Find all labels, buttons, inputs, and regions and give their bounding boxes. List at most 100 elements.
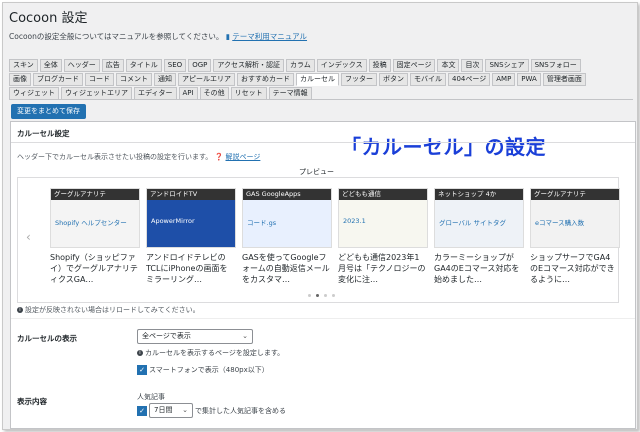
card-title[interactable]: Shopify（ショッピファイ）でグーグルアナリティクスGA… <box>50 252 138 296</box>
tab-tabs_row1-4[interactable]: タイトル <box>125 59 162 72</box>
chevron-down-icon: ⌄ <box>242 332 248 340</box>
period-select[interactable]: 7日間 ⌄ <box>149 403 193 418</box>
thumbnail-heading: ネットショップ 4か <box>435 189 523 200</box>
info-icon: i <box>17 307 23 313</box>
thumbnail-subtext: グローバル サイトタグ <box>439 219 507 227</box>
display-note-text: カルーセルを表示するページを設定します。 <box>145 349 285 357</box>
card-thumbnail: アンドロイドTV ApowerMirror <box>146 188 236 248</box>
thumbnail-subtext: コード.gs <box>247 219 277 227</box>
popular-checkbox[interactable]: ✓ <box>137 406 147 416</box>
tab-tabs_row1-11[interactable]: 固定ページ <box>392 59 436 72</box>
help-link[interactable]: 解説ページ <box>226 153 261 161</box>
card-thumbnail: GAS GoogleApps コード.gs <box>242 188 332 248</box>
tab-tabs_row1-14[interactable]: SNSシェア <box>485 59 529 72</box>
row-divider <box>11 318 635 319</box>
tab-tabs_row1-3[interactable]: 広告 <box>101 59 124 72</box>
tab-tabs_row2-10[interactable]: モバイル <box>410 73 446 86</box>
tab-tabs_row1-10[interactable]: 投稿 <box>368 59 391 72</box>
info-icon: i <box>137 350 143 356</box>
tab-tabs_row1-12[interactable]: 本文 <box>437 59 460 72</box>
carousel-settings-panel: カルーセル設定 「カルーセル」の設定 ヘッダー下でカルーセル表示させたい投稿の設… <box>10 121 636 429</box>
tab-tabs_row1-0[interactable]: スキン <box>9 59 38 72</box>
description-text: Cocoonの設定全般についてはマニュアルを参照してください。 <box>9 32 224 41</box>
card-thumbnail: どどもも通信 2023.1 <box>338 188 428 248</box>
tab-tabs_row1-15[interactable]: SNSフォロー <box>530 59 581 72</box>
manual-link[interactable]: テーマ利用マニュアル <box>232 32 307 41</box>
tab-tabs_row1-2[interactable]: ヘッダー <box>63 59 100 72</box>
period-note: で集計した人気記事を含める <box>195 407 286 415</box>
carousel-dot[interactable] <box>316 294 319 297</box>
tab-tabs_row2-4[interactable]: 通知 <box>154 73 176 86</box>
tab-tabs_row1-13[interactable]: 目次 <box>461 59 484 72</box>
display-select-value: 全ページで表示 <box>142 332 191 340</box>
thumbnail-subtext: Shopify ヘルプセンター <box>55 219 127 227</box>
tab-tabs_row1-1[interactable]: 全体 <box>39 59 62 72</box>
card-title[interactable]: アンドロイドテレビのTCLにiPhoneの画面をミラーリング… <box>146 252 234 296</box>
check-icon: ✓ <box>139 366 145 374</box>
display-note: i カルーセルを表示するページを設定します。 <box>137 348 284 358</box>
tab-divider <box>9 99 633 100</box>
tab-tabs_row1-6[interactable]: OGP <box>188 59 212 72</box>
tab-tabs_row1-9[interactable]: インデックス <box>316 59 367 72</box>
tab-tabs_row1-7[interactable]: アクセス解析・認証 <box>213 59 284 72</box>
thumbnail-subtext: 2023.1 <box>343 217 366 225</box>
popular-label: 人気記事 <box>137 393 165 401</box>
carousel-dot[interactable] <box>308 294 311 297</box>
period-select-value: 7日間 <box>154 406 173 414</box>
save-all-button[interactable]: 変更をまとめて保存 <box>11 104 86 119</box>
tab-tabs_row2-9[interactable]: ボタン <box>379 73 408 86</box>
carousel-card[interactable]: グーグルアナリテ eコマース購入数 ショップサーフでGA4のEコマース対応ができるよ… <box>530 188 620 292</box>
carousel-card[interactable]: GAS GoogleApps コード.gs GASを使ってGoogleフォームの自動… <box>242 188 332 292</box>
tab-tabs_row2-14[interactable]: 管理者画面 <box>542 73 586 86</box>
card-title[interactable]: カラーミーショップがGA4のEコマース対応を始めました… <box>434 252 522 296</box>
reload-note: i 設定が反映されない場合はリロードしてみてください。 <box>17 305 200 315</box>
tab-tabs_row2-11[interactable]: 404ページ <box>448 73 491 86</box>
tab-tabs_row2-1[interactable]: ブログカード <box>33 73 83 86</box>
panel-description-text: ヘッダー下でカルーセル表示させたい投稿の設定を行います。 <box>17 153 213 161</box>
tab-tabs_row2-12[interactable]: AMP <box>492 73 516 86</box>
smartphone-checkbox[interactable]: ✓ <box>137 365 147 375</box>
tab-tabs_row1-5[interactable]: SEO <box>163 59 187 72</box>
prev-arrow-icon[interactable]: ‹ <box>26 230 31 244</box>
tab-tabs_row2-7[interactable]: カルーセル <box>296 73 339 86</box>
tab-tabs_row2-5[interactable]: アピールエリア <box>178 73 235 86</box>
card-title[interactable]: ショップサーフでGA4のEコマース対応ができるように… <box>530 252 618 296</box>
display-select[interactable]: 全ページで表示 ⌄ <box>137 329 253 344</box>
carousel-dot[interactable] <box>332 294 335 297</box>
smartphone-label: スマートフォンで表示（480px以下） <box>149 366 269 374</box>
tab-tabs_row1-8[interactable]: カラム <box>286 59 315 72</box>
help-icon: ❓ <box>214 153 224 161</box>
chevron-down-icon: ⌄ <box>182 406 188 414</box>
carousel-card[interactable]: ネットショップ 4か グローバル サイトタグ カラーミーショップがGA4のEコマース… <box>434 188 524 292</box>
panel-description: ヘッダー下でカルーセル表示させたい投稿の設定を行います。 ❓ 解説ページ <box>17 152 260 162</box>
thumbnail-heading: グーグルアナリテ <box>51 189 139 200</box>
thumbnail-heading: どどもも通信 <box>339 189 427 200</box>
panel-divider <box>11 142 635 143</box>
carousel-dots <box>308 294 335 297</box>
tab-tabs_row2-8[interactable]: フッター <box>341 73 377 86</box>
card-title[interactable]: どどもも通信2023年1月号は「テクノロジーの変化に注… <box>338 252 426 296</box>
tab-tabs_row2-0[interactable]: 画像 <box>9 73 31 86</box>
page-title: Cocoon 設定 <box>9 11 88 26</box>
tab-row-2: 画像 ブログカード コード コメント 通知 アピールエリア おすすめカード カルーセル フッター… <box>9 73 586 86</box>
thumbnail-heading: アンドロイドTV <box>147 189 235 200</box>
page-description: Cocoonの設定全般についてはマニュアルを参照してください。 ▮ テーマ利用マ… <box>9 31 307 42</box>
panel-title: カルーセル設定 <box>17 129 70 138</box>
display-label: カルーセルの表示 <box>17 334 77 343</box>
tab-tabs_row2-2[interactable]: コード <box>85 73 114 86</box>
tab-tabs_row2-13[interactable]: PWA <box>517 73 541 86</box>
book-icon: ▮ <box>225 32 230 41</box>
carousel-card[interactable]: どどもも通信 2023.1 どどもも通信2023年1月号は「テクノロジーの変化に注… <box>338 188 428 292</box>
thumbnail-subtext: eコマース購入数 <box>535 219 585 227</box>
settings-window: Cocoon 設定 Cocoonの設定全般についてはマニュアルを参照してください… <box>2 2 638 430</box>
tab-tabs_row2-6[interactable]: おすすめカード <box>237 73 294 86</box>
card-thumbnail: グーグルアナリテ eコマース購入数 <box>530 188 620 248</box>
thumbnail-subtext: ApowerMirror <box>151 217 195 225</box>
card-thumbnail: ネットショップ 4かグローバル サイトタグ <box>434 188 524 248</box>
tab-tabs_row2-3[interactable]: コメント <box>116 73 152 86</box>
carousel-dot[interactable] <box>324 294 327 297</box>
carousel-card[interactable]: アンドロイドTV ApowerMirror アンドロイドテレビのTCLにiPhone… <box>146 188 236 292</box>
card-title[interactable]: GASを使ってGoogleフォームの自動返信メールをカスタマ… <box>242 252 330 296</box>
carousel-card[interactable]: グーグルアナリテ Shopify ヘルプセンター Shopify（ショッピファイ）で… <box>50 188 140 292</box>
overlay-caption: 「カルーセル」の設定 <box>341 135 546 159</box>
